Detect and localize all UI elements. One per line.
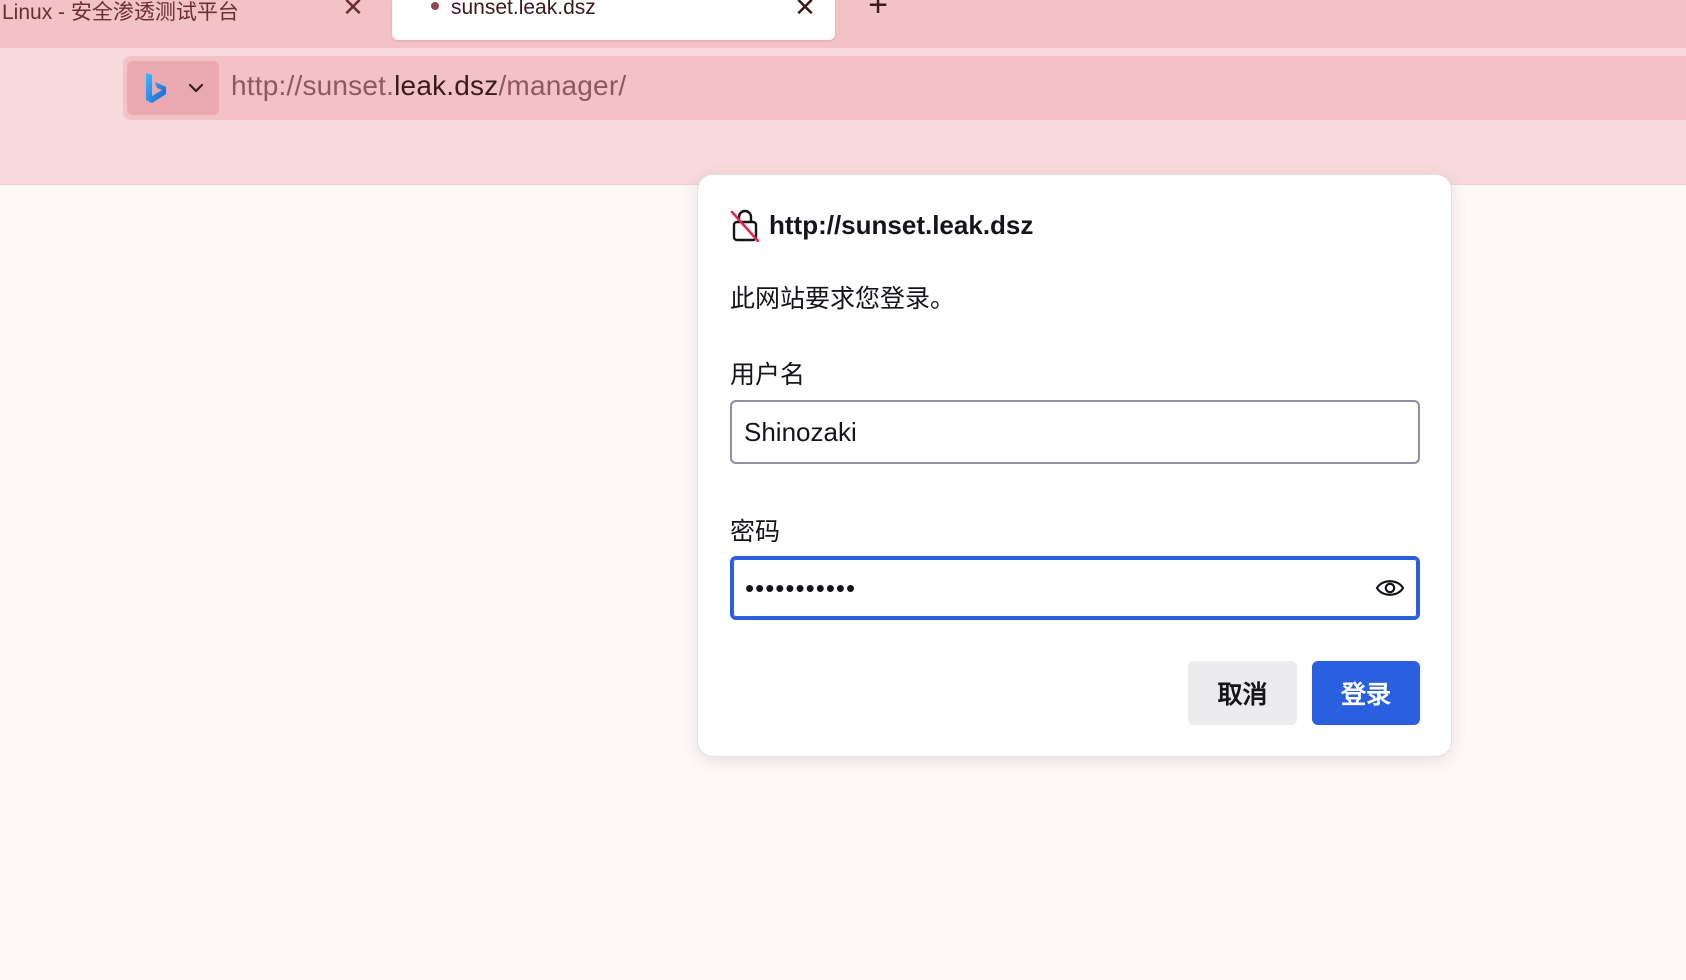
tab-sunset[interactable]: sunset.leak.dsz ✕ [392,0,835,40]
chevron-down-icon [188,83,204,93]
tab-title: Linux - 安全渗透测试平台 [2,1,239,24]
username-value: Shinozaki [744,416,857,447]
login-button[interactable]: 登录 [1312,661,1420,725]
url-prefix: http://sunset. [231,70,395,101]
address-bar[interactable]: http://sunset.leak.dsz/manager/ [123,56,1686,120]
url-path: /manager/ [498,70,627,101]
tab-linux[interactable]: Linux - 安全渗透测试平台 ✕ [0,0,390,40]
bing-icon [146,73,166,103]
insecure-lock-icon [730,209,760,242]
navigation-toolbar: http://sunset.leak.dsz/manager/ [0,48,1686,185]
tab-strip: Linux - 安全渗透测试平台 ✕ sunset.leak.dsz ✕ + [0,0,1686,48]
eye-icon[interactable] [1375,577,1405,599]
dialog-origin: http://sunset.leak.dsz [769,209,1034,240]
close-icon[interactable]: ✕ [792,0,818,20]
password-label: 密码 [730,518,781,546]
username-input[interactable]: Shinozaki [730,400,1420,464]
url-text[interactable]: http://sunset.leak.dsz/manager/ [231,70,626,102]
tab-title: sunset.leak.dsz [451,0,596,19]
dialog-message: 此网站要求您登录。 [730,285,956,313]
close-icon[interactable]: ✕ [340,0,366,20]
password-input[interactable]: ••••••••••• [730,556,1420,620]
loading-dot-icon [431,2,439,10]
dialog-header: http://sunset.leak.dsz [730,207,1033,243]
new-tab-plus-icon[interactable]: + [863,0,893,22]
url-host: leak.dsz [394,70,499,101]
cancel-button[interactable]: 取消 [1188,661,1297,725]
password-value: ••••••••••• [745,572,857,603]
username-label: 用户名 [730,361,806,389]
auth-dialog: http://sunset.leak.dsz 此网站要求您登录。 用户名 Shi… [697,174,1452,757]
search-engine-button[interactable] [127,61,219,115]
